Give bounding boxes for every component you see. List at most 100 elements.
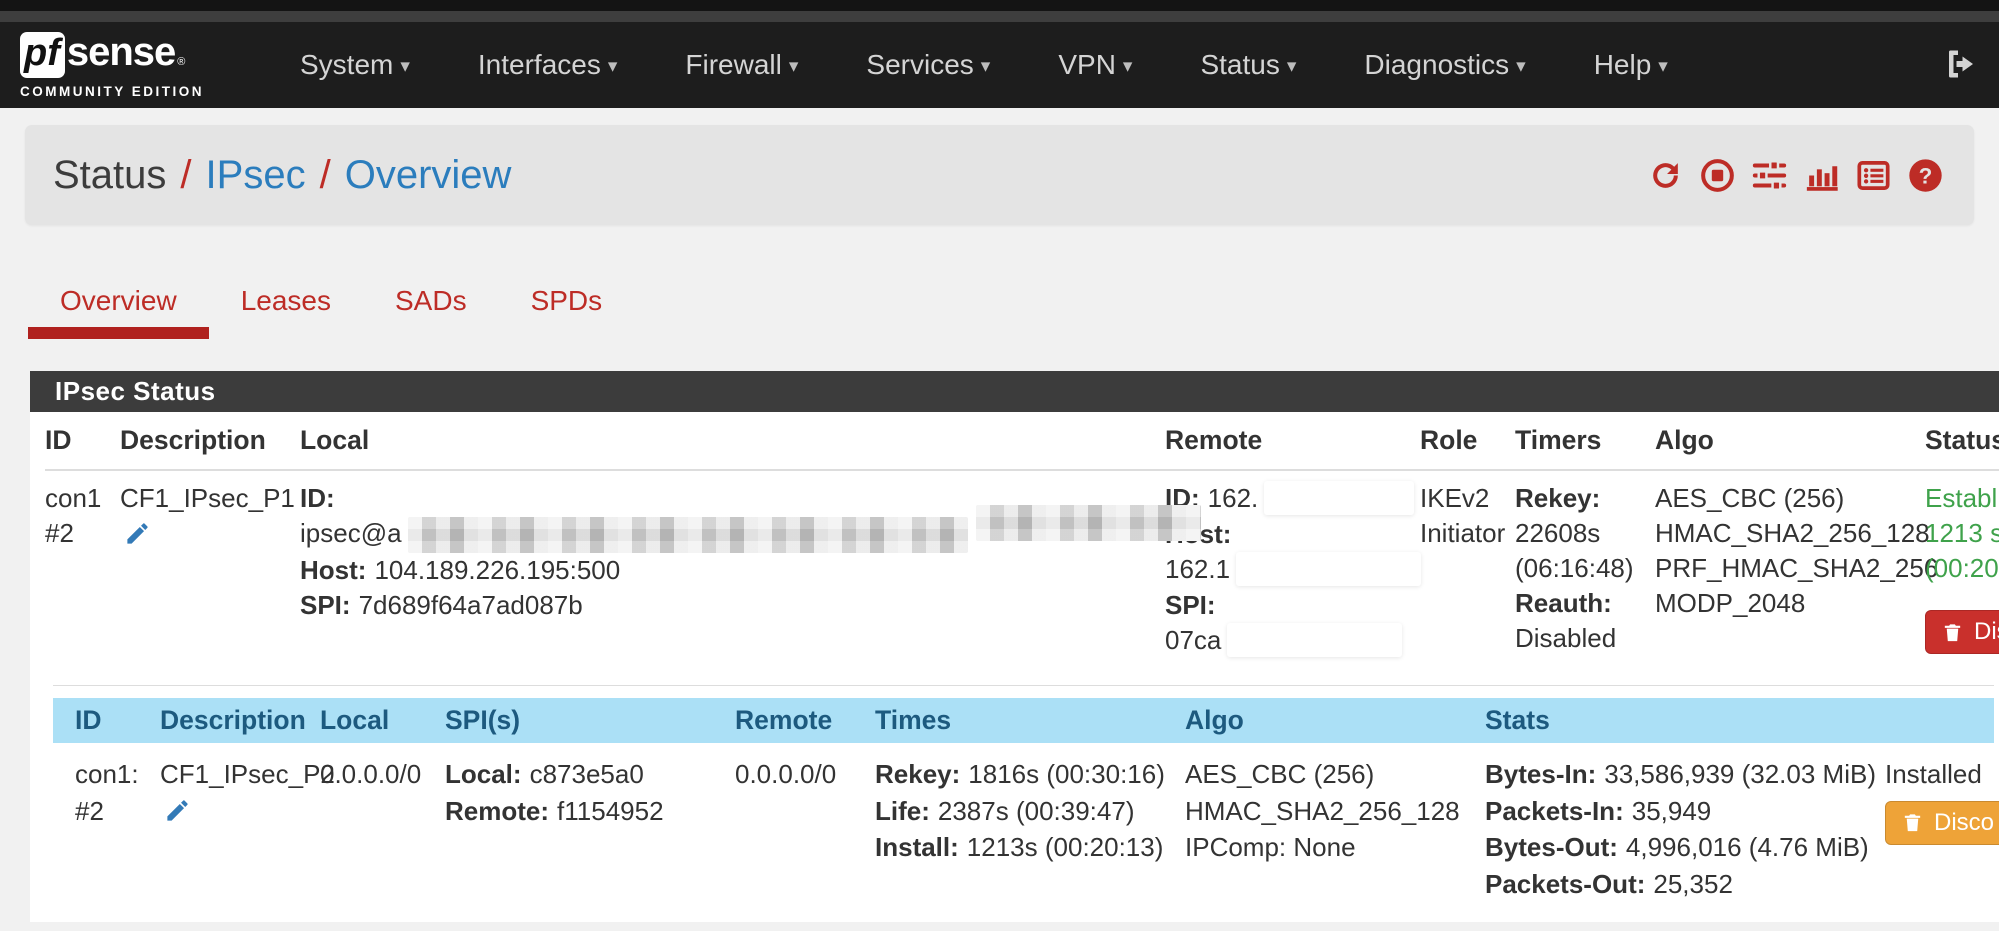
trash-icon	[1901, 811, 1924, 834]
logo-pf-box: pf	[20, 32, 65, 78]
page-action-icons: ?	[1647, 157, 1944, 194]
caret-down-icon: ▾	[1123, 56, 1133, 77]
bytes-out-label: Bytes-Out:	[1485, 832, 1618, 862]
col-header-remote: Remote	[735, 705, 875, 736]
cell-remote: ID:162. Host: 162.1 SPI: 07ca	[1165, 481, 1420, 659]
tab-leases[interactable]: Leases	[209, 285, 363, 339]
host-label: Host:	[300, 555, 366, 585]
trash-icon	[1941, 621, 1964, 644]
disconnect-button[interactable]: Disco	[1885, 801, 1999, 845]
log-list-icon[interactable]	[1855, 157, 1892, 194]
stop-icon[interactable]	[1699, 157, 1736, 194]
tab-sads[interactable]: SADs	[363, 285, 499, 339]
col-header-local: Local	[320, 705, 445, 736]
bytes-in-label: Bytes-In:	[1485, 759, 1596, 789]
redacted-block	[976, 505, 1201, 541]
pfsense-logo-row: pf sense ®	[20, 32, 204, 78]
spi-remote-value: f1154952	[557, 796, 664, 826]
menu-item-system[interactable]: System▾	[266, 31, 444, 99]
col-header-id: ID	[75, 705, 160, 736]
caret-down-icon: ▾	[608, 56, 618, 77]
ipsec-status-panel: IPsec Status ID Description Local Remote…	[30, 371, 1999, 922]
menu-item-label: Diagnostics	[1364, 49, 1509, 80]
menu-item-firewall[interactable]: Firewall▾	[651, 31, 832, 99]
packets-in-label: Packets-In:	[1485, 796, 1624, 826]
edit-icon[interactable]	[164, 797, 191, 831]
bar-chart-icon[interactable]	[1803, 157, 1840, 194]
menu-item-label: Services	[866, 49, 973, 80]
menu-item-label: Interfaces	[478, 49, 601, 80]
menu-item-label: Help	[1594, 49, 1652, 80]
sliders-icon[interactable]	[1751, 157, 1788, 194]
breadcrumb-link-overview[interactable]: Overview	[345, 153, 512, 198]
spi-label: SPI:	[300, 590, 351, 620]
local-label: Local:	[445, 759, 522, 789]
connection-subid: #2	[45, 516, 110, 551]
rekey-label: Rekey:	[1515, 483, 1600, 513]
menu-item-help[interactable]: Help ▾	[1560, 31, 1702, 99]
refresh-icon[interactable]	[1647, 157, 1684, 194]
tab-overview[interactable]: Overview	[28, 285, 209, 339]
menu-item-vpn[interactable]: VPN▾	[1024, 31, 1166, 99]
col-header-local: Local	[300, 425, 1165, 456]
main-menu: System▾ Interfaces▾ Firewall▾ Services▾ …	[266, 31, 1702, 99]
top-navbar: pf sense ® COMMUNITY EDITION System▾ Int…	[0, 22, 1999, 108]
navbar-secondary-strip	[0, 11, 1999, 22]
algo-ipcomp: IPComp: None	[1185, 829, 1475, 866]
algo-encryption: AES_CBC (256)	[1655, 481, 1915, 516]
redacted-block	[1236, 552, 1421, 586]
col-header-role: Role	[1420, 425, 1515, 456]
disconnect-button-label: Disco	[1934, 809, 1994, 837]
col-header-algo: Algo	[1655, 425, 1925, 456]
edit-icon[interactable]	[124, 520, 151, 554]
menu-item-status[interactable]: Status▾	[1166, 31, 1330, 99]
cell-spis: Local:c873e5a0 Remote:f1154952	[445, 756, 735, 902]
parent-table-header: ID Description Local Remote Role Timers …	[45, 412, 1999, 471]
connection-id: con1	[45, 481, 110, 516]
child-table-header: ID Description Local SPI(s) Remote Times…	[53, 698, 1994, 743]
description-text: CF1_IPsec_P2	[160, 756, 310, 793]
caret-down-icon: ▾	[400, 56, 410, 77]
cell-timers: Rekey: 22608s (06:16:48) Reauth: Disable…	[1515, 481, 1655, 659]
life-label: Life:	[875, 796, 930, 826]
help-icon[interactable]: ?	[1907, 157, 1944, 194]
col-header-spis: SPI(s)	[445, 705, 735, 736]
col-header-status: Status	[1925, 425, 1999, 456]
remote-network: 0.0.0.0/0	[735, 756, 865, 793]
logo-registered-mark: ®	[177, 56, 185, 68]
id-label: ID:	[300, 483, 335, 513]
breadcrumb-separator: /	[180, 153, 191, 198]
menu-item-interfaces[interactable]: Interfaces ▾	[444, 31, 652, 99]
logout-icon[interactable]	[1943, 46, 1979, 87]
cell-description: CF1_IPsec_P2	[160, 756, 320, 902]
caret-down-icon: ▾	[1658, 56, 1668, 77]
navbar-top-strip	[0, 0, 1999, 11]
cell-algo: AES_CBC (256) HMAC_SHA2_256_128 IPComp: …	[1185, 756, 1485, 902]
col-header-timers: Timers	[1515, 425, 1655, 456]
disconnect-button[interactable]: Dis	[1925, 610, 1999, 654]
remote-spi-value: 07ca	[1165, 625, 1221, 655]
rekey-seconds: 22608s	[1515, 516, 1645, 551]
cell-description: CF1_IPsec_P1	[120, 481, 300, 659]
cell-local: ID: ipsec@a Host:104.189.226.195:500 SPI…	[300, 481, 1165, 659]
status-line: (00:20	[1925, 551, 1999, 586]
breadcrumb-separator: /	[320, 153, 331, 198]
menu-item-services[interactable]: Services▾	[832, 31, 1024, 99]
pfsense-logo[interactable]: pf sense ® COMMUNITY EDITION	[20, 32, 204, 99]
rekey-time: (06:16:48)	[1515, 551, 1645, 586]
caret-down-icon: ▾	[1287, 56, 1297, 77]
packets-in-value: 35,949	[1632, 796, 1712, 826]
cell-stats: Bytes-In:33,586,939 (32.03 MiB) Packets-…	[1485, 756, 1885, 902]
breadcrumb-link-ipsec[interactable]: IPsec	[206, 153, 306, 198]
ipsec-tabs: Overview Leases SADs SPDs	[28, 285, 1999, 339]
panel-body: ID Description Local Remote Role Timers …	[30, 412, 1999, 922]
life-value: 2387s (00:39:47)	[938, 796, 1135, 826]
cell-algo: AES_CBC (256) HMAC_SHA2_256_128 PRF_HMAC…	[1655, 481, 1925, 659]
menu-item-diagnostics[interactable]: Diagnostics▾	[1330, 31, 1559, 99]
rekey-value: 1816s (00:30:16)	[968, 759, 1165, 789]
reauth-label: Reauth:	[1515, 588, 1612, 618]
tab-spds[interactable]: SPDs	[499, 285, 635, 339]
cell-local: 0.0.0.0/0	[320, 756, 445, 902]
algo-encryption: AES_CBC (256)	[1185, 756, 1475, 793]
breadcrumb-section: Status	[53, 153, 166, 198]
